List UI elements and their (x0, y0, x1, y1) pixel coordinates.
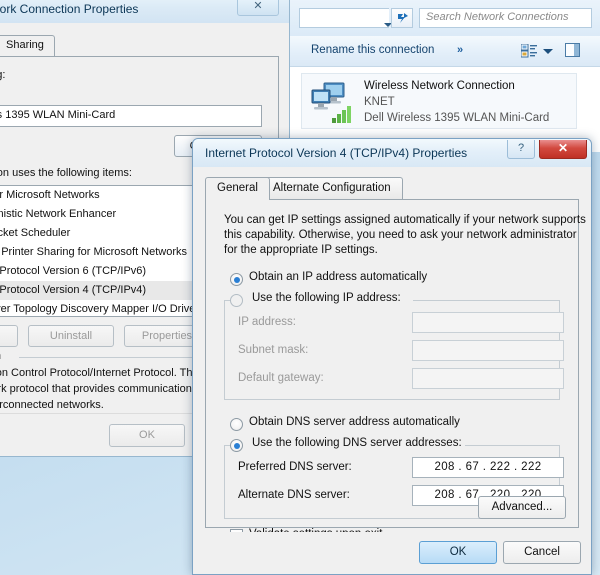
ipv4-footer: OK Cancel (193, 532, 591, 574)
list-item-label: File and Printer Sharing for Microsoft N… (0, 246, 188, 258)
radio-use-following-dns[interactable] (230, 439, 243, 452)
group-edge-right (413, 300, 559, 301)
tab-alternate-configuration[interactable]: Alternate Configuration (261, 177, 403, 200)
radio-obtain-dns-automatically-label: Obtain DNS server address automatically (249, 416, 460, 428)
radio-use-following-ip-label: Use the following IP address: (249, 292, 404, 304)
list-item-label: Deterministic Network Enhancer (0, 208, 117, 220)
list-item-label: Internet Protocol Version 6 (TCP/IPv6) (0, 265, 147, 277)
toolbar-overflow-button[interactable]: » (457, 44, 463, 56)
intro-line: You can get IP settings assigned automat… (224, 214, 586, 226)
help-icon[interactable]: ? (507, 140, 535, 159)
properties-tab-strip: Networking Sharing (0, 35, 279, 57)
close-icon[interactable]: ✕ (539, 140, 587, 159)
ipv4-tab-strip: General Alternate Configuration (205, 177, 579, 200)
preferred-dns-input[interactable]: 208 . 67 . 222 . 222 (412, 457, 564, 478)
list-item-label: Link-Layer Topology Discovery Mapper I/O… (0, 303, 200, 315)
ipv4-title-bar: Internet Protocol Version 4 (TCP/IPv4) P… (193, 139, 591, 167)
tab-sharing[interactable]: Sharing (0, 35, 55, 57)
properties-window-title: Wireless Network Connection Properties (0, 2, 139, 16)
default-gateway-input[interactable] (412, 368, 564, 389)
close-icon[interactable]: ✕ (237, 0, 279, 16)
list-item-label: QoS Packet Scheduler (0, 227, 71, 239)
address-path-dropdown[interactable] (299, 8, 392, 28)
ipv4-properties-dialog: Internet Protocol Version 4 (TCP/IPv4) P… (192, 138, 592, 575)
explorer-toolbar: Rename this connection » (289, 36, 600, 67)
ip-address-label: IP address: (238, 316, 296, 328)
radio-obtain-ip-automatically[interactable] (230, 273, 243, 286)
ipv4-dialog-title: Internet Protocol Version 4 (TCP/IPv4) P… (205, 146, 468, 160)
properties-title-bar: Wireless Network Connection Properties ✕ (0, 0, 289, 23)
subnet-mask-label: Subnet mask: (238, 344, 309, 356)
view-options-chevron-down-icon[interactable] (543, 49, 553, 54)
address-bar: Search Network Connections (289, 0, 600, 36)
ok-button[interactable]: OK (419, 541, 497, 564)
install-button[interactable]: Install... (0, 325, 18, 347)
connection-adapter: Dell Wireless 1395 WLAN Mini-Card (364, 112, 550, 124)
preview-pane-icon[interactable] (565, 43, 580, 57)
cancel-button[interactable]: Cancel (503, 541, 581, 564)
ipv4-client-area: General Alternate Configuration You can … (193, 167, 591, 574)
network-computers-icon (311, 82, 351, 123)
connection-ssid: KNET (364, 96, 395, 108)
refresh-icon[interactable] (391, 8, 413, 28)
view-list-glyph (520, 43, 537, 58)
search-input[interactable]: Search Network Connections (419, 8, 592, 28)
subnet-mask-input[interactable] (412, 340, 564, 361)
rename-connection-button[interactable]: Rename this connection (311, 44, 434, 56)
default-gateway-label: Default gateway: (238, 372, 324, 384)
preferred-dns-label: Preferred DNS server: (238, 461, 352, 473)
alternate-dns-label: Alternate DNS server: (238, 489, 350, 501)
ip-address-input[interactable] (412, 312, 564, 333)
radio-obtain-ip-automatically-label: Obtain an IP address automatically (249, 271, 428, 283)
items-intro-label: This connection uses the following items… (0, 167, 132, 179)
description-legend: Description (0, 350, 5, 362)
general-tab-page: You can get IP settings assigned automat… (205, 199, 586, 542)
tab-general[interactable]: General (205, 177, 270, 200)
radio-obtain-dns-automatically[interactable] (230, 418, 243, 431)
refresh-glyph (398, 13, 408, 23)
connection-name: Wireless Network Connection (364, 80, 515, 92)
connection-list-item[interactable]: Wireless Network Connection KNET Dell Wi… (301, 73, 577, 129)
advanced-button[interactable]: Advanced... (478, 496, 566, 519)
connect-using-label: Connect using: (0, 69, 6, 81)
list-item-label: Internet Protocol Version 4 (TCP/IPv4) (0, 284, 147, 296)
wifi-signal-bars-icon (332, 106, 351, 123)
list-item-label: Client for Microsoft Networks (0, 189, 100, 201)
group-edge-right (463, 445, 559, 446)
intro-line: for the appropriate IP settings. (224, 244, 378, 256)
radio-use-following-dns-label: Use the following DNS server addresses: (249, 437, 465, 449)
network-connections-window: Search Network Connections Rename this c… (288, 0, 600, 152)
view-list-icon[interactable] (520, 43, 537, 58)
intro-line: this capability. Otherwise, you need to … (224, 229, 577, 241)
uninstall-button[interactable]: Uninstall (28, 325, 114, 347)
radio-use-following-ip[interactable] (230, 294, 243, 307)
adapter-readonly-field: Dell Wireless 1395 WLAN Mini-Card (0, 105, 262, 127)
properties-ok-button[interactable]: OK (109, 424, 185, 447)
